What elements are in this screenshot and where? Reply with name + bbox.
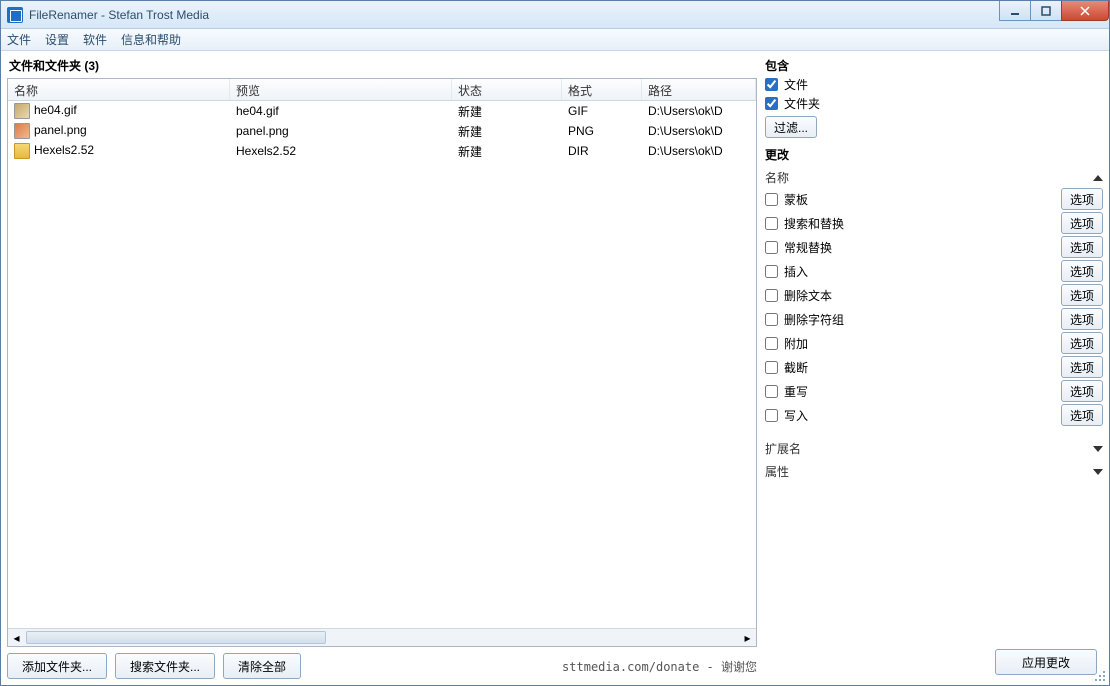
col-header-name[interactable]: 名称 bbox=[8, 79, 230, 100]
option-settings-button[interactable]: 选项 bbox=[1061, 188, 1103, 210]
horizontal-scrollbar[interactable]: ◂ ▸ bbox=[8, 628, 756, 646]
app-icon bbox=[7, 7, 23, 23]
donate-text: sttmedia.com/donate - 谢谢您 bbox=[562, 658, 757, 675]
window-title: FileRenamer - Stefan Trost Media bbox=[29, 8, 209, 22]
change-option-row: 截断 选项 bbox=[765, 356, 1103, 378]
checkbox-option[interactable] bbox=[765, 313, 778, 326]
col-header-preview[interactable]: 预览 bbox=[230, 79, 452, 100]
change-option-row: 插入 选项 bbox=[765, 260, 1103, 282]
checkbox-option[interactable] bbox=[765, 289, 778, 302]
right-panel: 包含 文件 文件夹 过滤... 更改 名称 蒙板 bbox=[765, 57, 1103, 679]
maximize-button[interactable] bbox=[1030, 1, 1062, 21]
menu-help[interactable]: 信息和帮助 bbox=[121, 31, 181, 48]
left-panel: 文件和文件夹 (3) 名称 预览 状态 格式 路径 he04.gif he04.… bbox=[7, 57, 757, 679]
col-header-format[interactable]: 格式 bbox=[562, 79, 642, 100]
change-option-row: 蒙板 选项 bbox=[765, 188, 1103, 210]
change-option-row: 附加 选项 bbox=[765, 332, 1103, 354]
add-folder-button[interactable]: 添加文件夹... bbox=[7, 653, 107, 679]
option-settings-button[interactable]: 选项 bbox=[1061, 308, 1103, 330]
change-option-row: 删除字符组 选项 bbox=[765, 308, 1103, 330]
option-settings-button[interactable]: 选项 bbox=[1061, 260, 1103, 282]
change-option-row: 搜索和替换 选项 bbox=[765, 212, 1103, 234]
change-option-row: 常规替换 选项 bbox=[765, 236, 1103, 258]
option-settings-button[interactable]: 选项 bbox=[1061, 212, 1103, 234]
listview-body: he04.gif he04.gif 新建 GIF D:\Users\ok\D p… bbox=[8, 101, 756, 628]
include-title: 包含 bbox=[765, 57, 1103, 74]
client-area: 文件和文件夹 (3) 名称 预览 状态 格式 路径 he04.gif he04.… bbox=[1, 51, 1109, 685]
col-header-path[interactable]: 路径 bbox=[642, 79, 756, 100]
change-section: 更改 名称 蒙板选项搜索和替换选项常规替换选项插入选项删除文本选项删除字符组选项… bbox=[765, 146, 1103, 480]
change-option-checkbox[interactable]: 删除字符组 bbox=[765, 311, 844, 328]
checkbox-option[interactable] bbox=[765, 193, 778, 206]
titlebar[interactable]: FileRenamer - Stefan Trost Media bbox=[1, 1, 1109, 29]
listview-header[interactable]: 名称 预览 状态 格式 路径 bbox=[8, 79, 756, 101]
file-icon bbox=[14, 123, 30, 139]
folder-icon bbox=[14, 143, 30, 159]
menu-software[interactable]: 软件 bbox=[83, 31, 107, 48]
files-panel-title: 文件和文件夹 (3) bbox=[7, 57, 757, 74]
menu-settings[interactable]: 设置 bbox=[45, 31, 69, 48]
table-row[interactable]: Hexels2.52 Hexels2.52 新建 DIR D:\Users\ok… bbox=[8, 141, 756, 161]
app-window: FileRenamer - Stefan Trost Media 文件 设置 软… bbox=[0, 0, 1110, 686]
name-subsection-header[interactable]: 名称 bbox=[765, 169, 1103, 186]
table-row[interactable]: he04.gif he04.gif 新建 GIF D:\Users\ok\D bbox=[8, 101, 756, 121]
include-files-checkbox[interactable]: 文件 bbox=[765, 76, 1103, 93]
change-option-checkbox[interactable]: 搜索和替换 bbox=[765, 215, 844, 232]
filter-button[interactable]: 过滤... bbox=[765, 116, 817, 138]
include-section: 包含 文件 文件夹 过滤... bbox=[765, 57, 1103, 138]
collapse-down-icon bbox=[1093, 469, 1103, 475]
change-option-row: 删除文本 选项 bbox=[765, 284, 1103, 306]
checkbox-option[interactable] bbox=[765, 265, 778, 278]
collapse-up-icon bbox=[1093, 175, 1103, 181]
option-settings-button[interactable]: 选项 bbox=[1061, 236, 1103, 258]
col-header-status[interactable]: 状态 bbox=[452, 79, 562, 100]
checkbox-folders[interactable] bbox=[765, 97, 778, 110]
change-option-checkbox[interactable]: 蒙板 bbox=[765, 191, 808, 208]
change-option-row: 重写 选项 bbox=[765, 380, 1103, 402]
file-listview[interactable]: 名称 预览 状态 格式 路径 he04.gif he04.gif 新建 GIF … bbox=[7, 78, 757, 647]
checkbox-files[interactable] bbox=[765, 78, 778, 91]
option-settings-button[interactable]: 选项 bbox=[1061, 332, 1103, 354]
change-option-checkbox[interactable]: 删除文本 bbox=[765, 287, 832, 304]
table-row[interactable]: panel.png panel.png 新建 PNG D:\Users\ok\D bbox=[8, 121, 756, 141]
search-folder-button[interactable]: 搜索文件夹... bbox=[115, 653, 215, 679]
option-settings-button[interactable]: 选项 bbox=[1061, 404, 1103, 426]
checkbox-option[interactable] bbox=[765, 385, 778, 398]
scroll-thumb[interactable] bbox=[26, 631, 326, 644]
ext-subsection-header[interactable]: 扩展名 bbox=[765, 440, 1103, 457]
change-option-checkbox[interactable]: 附加 bbox=[765, 335, 808, 352]
resize-grip[interactable] bbox=[1093, 669, 1107, 683]
checkbox-option[interactable] bbox=[765, 409, 778, 422]
change-options-list: 蒙板选项搜索和替换选项常规替换选项插入选项删除文本选项删除字符组选项附加选项截断… bbox=[765, 188, 1103, 426]
checkbox-option[interactable] bbox=[765, 337, 778, 350]
change-title: 更改 bbox=[765, 146, 1103, 163]
attr-subsection-header[interactable]: 属性 bbox=[765, 463, 1103, 480]
option-settings-button[interactable]: 选项 bbox=[1061, 356, 1103, 378]
window-controls bbox=[1000, 1, 1109, 21]
minimize-button[interactable] bbox=[999, 1, 1031, 21]
scroll-right-arrow[interactable]: ▸ bbox=[739, 629, 756, 646]
clear-all-button[interactable]: 清除全部 bbox=[223, 653, 301, 679]
collapse-down-icon bbox=[1093, 446, 1103, 452]
file-icon bbox=[14, 103, 30, 119]
option-settings-button[interactable]: 选项 bbox=[1061, 284, 1103, 306]
checkbox-option[interactable] bbox=[765, 217, 778, 230]
change-option-checkbox[interactable]: 写入 bbox=[765, 407, 808, 424]
change-option-checkbox[interactable]: 插入 bbox=[765, 263, 808, 280]
change-option-checkbox[interactable]: 常规替换 bbox=[765, 239, 832, 256]
bottom-toolbar: 添加文件夹... 搜索文件夹... 清除全部 sttmedia.com/dona… bbox=[7, 647, 757, 679]
checkbox-option[interactable] bbox=[765, 361, 778, 374]
menubar: 文件 设置 软件 信息和帮助 bbox=[1, 29, 1109, 51]
change-option-row: 写入 选项 bbox=[765, 404, 1103, 426]
apply-changes-button[interactable]: 应用更改 bbox=[995, 649, 1097, 675]
option-settings-button[interactable]: 选项 bbox=[1061, 380, 1103, 402]
scroll-left-arrow[interactable]: ◂ bbox=[8, 629, 25, 646]
close-button[interactable] bbox=[1061, 1, 1109, 21]
footer-right: 应用更改 bbox=[995, 649, 1097, 675]
change-option-checkbox[interactable]: 截断 bbox=[765, 359, 808, 376]
change-option-checkbox[interactable]: 重写 bbox=[765, 383, 808, 400]
checkbox-option[interactable] bbox=[765, 241, 778, 254]
menu-file[interactable]: 文件 bbox=[7, 31, 31, 48]
include-folders-checkbox[interactable]: 文件夹 bbox=[765, 95, 1103, 112]
